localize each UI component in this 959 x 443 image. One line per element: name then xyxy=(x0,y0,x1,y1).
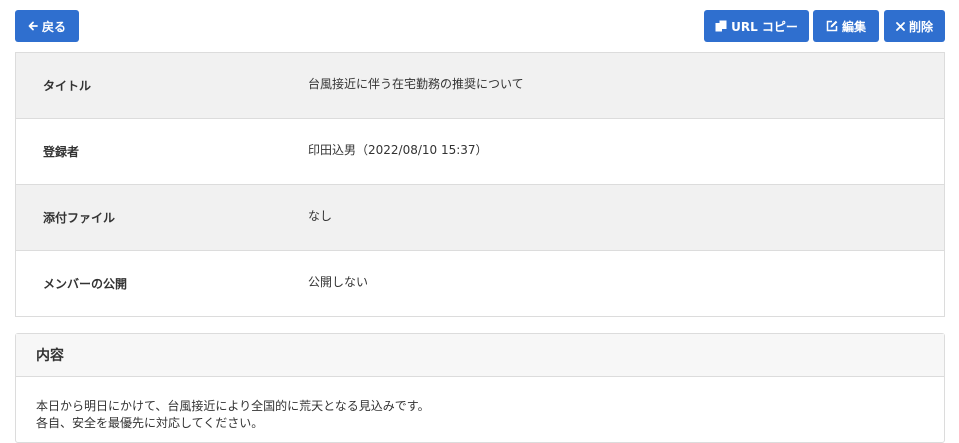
edit-icon xyxy=(826,20,838,32)
detail-label: タイトル xyxy=(43,79,92,93)
detail-value: 台風接近に伴う在宅勤務の推奨について xyxy=(308,77,524,91)
detail-value: 公開しない xyxy=(308,275,369,289)
detail-row-title: タイトル 台風接近に伴う在宅勤務の推奨について xyxy=(16,53,944,118)
back-label: 戻る xyxy=(41,19,66,34)
close-icon xyxy=(896,21,905,31)
url-copy-button[interactable]: URL コピー xyxy=(704,10,809,42)
detail-row-attachments: 添付ファイル なし xyxy=(16,184,944,250)
detail-value: なし xyxy=(308,209,333,223)
detail-table: タイトル 台風接近に伴う在宅勤務の推奨について 登録者 印田込男（2022/08… xyxy=(15,52,945,317)
detail-label: 登録者 xyxy=(43,145,80,159)
copy-icon xyxy=(715,20,727,32)
arrow-left-icon xyxy=(28,21,38,31)
detail-label: 添付ファイル xyxy=(43,211,116,225)
detail-label: メンバーの公開 xyxy=(43,277,128,291)
content-line: 本日から明日にかけて、台風接近により全国的に荒天となる見込みです。 xyxy=(36,399,430,413)
delete-label: 削除 xyxy=(908,19,933,34)
edit-label: 編集 xyxy=(841,19,866,34)
content-line: 各自、安全を最優先に対応してください。 xyxy=(36,416,264,430)
edit-button[interactable]: 編集 xyxy=(813,10,879,42)
back-button[interactable]: 戻る xyxy=(15,10,79,42)
detail-row-registrant: 登録者 印田込男（2022/08/10 15:37） xyxy=(16,118,944,184)
content-body: 本日から明日にかけて、台風接近により全国的に荒天となる見込みです。 各自、安全を… xyxy=(16,377,944,432)
content-panel: 内容 本日から明日にかけて、台風接近により全国的に荒天となる見込みです。 各自、… xyxy=(15,333,945,443)
detail-value: 印田込男（2022/08/10 15:37） xyxy=(308,143,488,157)
detail-row-member-visibility: メンバーの公開 公開しない xyxy=(16,250,944,316)
content-heading: 内容 xyxy=(16,334,944,377)
delete-button[interactable]: 削除 xyxy=(884,10,945,42)
url-copy-label: URL コピー xyxy=(731,19,798,34)
